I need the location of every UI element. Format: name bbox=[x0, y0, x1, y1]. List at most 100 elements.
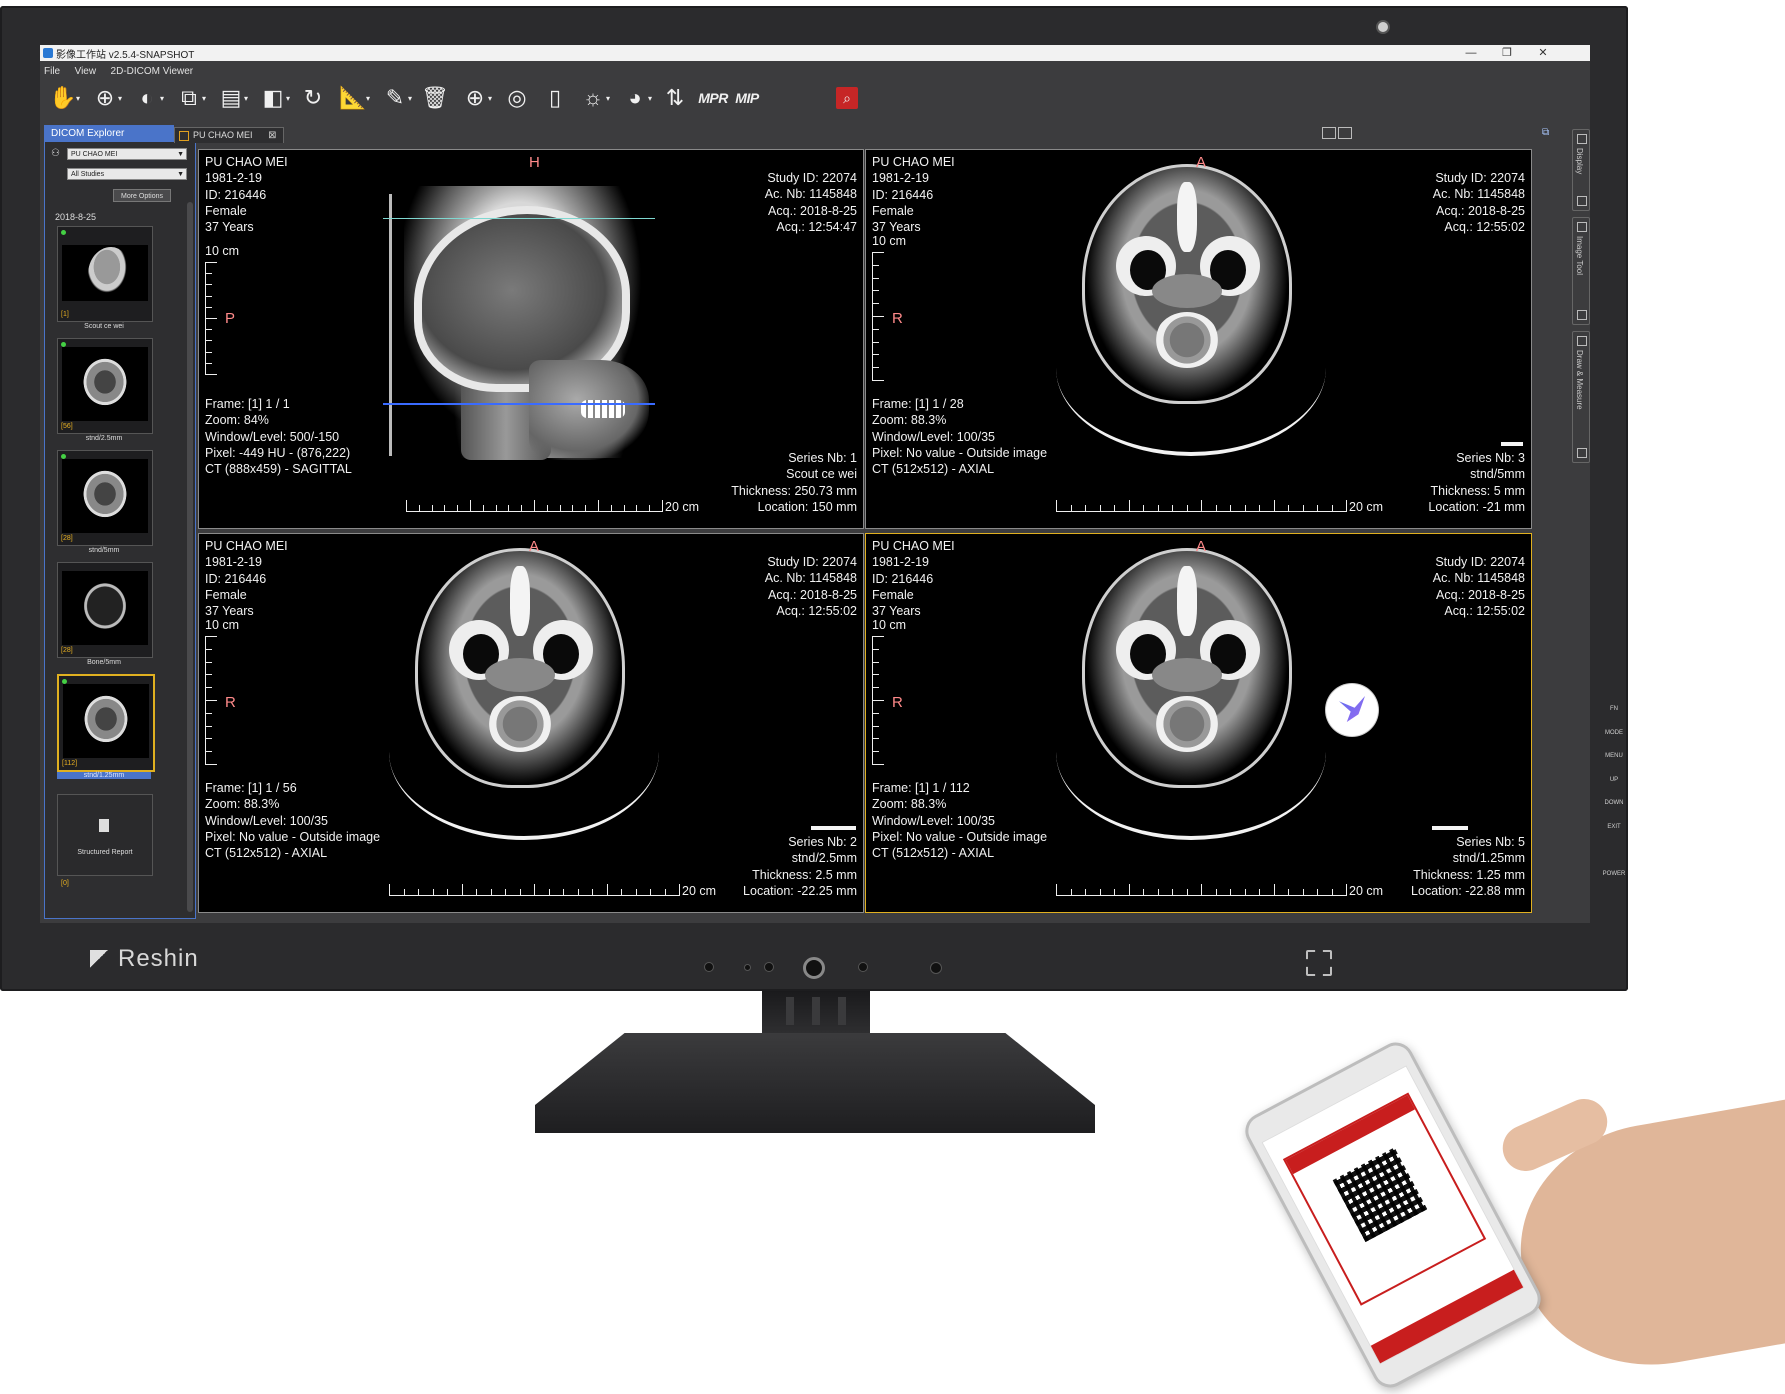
thumbnail-count: [56] bbox=[61, 423, 73, 430]
scale-tick bbox=[1070, 505, 1072, 512]
structured-report-thumbnail[interactable]: Structured Report [0] bbox=[57, 794, 153, 887]
mpr-button[interactable]: MPR bbox=[696, 84, 730, 112]
zoom-icon[interactable]: ⊕ ▾ bbox=[458, 84, 492, 112]
scale-tick bbox=[872, 712, 879, 714]
scale-tick bbox=[1331, 889, 1333, 896]
series-thumbnail[interactable]: [1] bbox=[57, 226, 153, 322]
toolbar: ✋ ▾ ⊕ ▾ ◐ ▾ ⧉ ▾ ▤ ▾ ◧ ▾ ↻ 📐 ▾ ✎ ▾ 🗑 ⊕ ▾ ◎ ▯ ☼ ▾ ◕ ▾… bbox=[40, 76, 1590, 120]
patient-select[interactable]: PU CHAO MEI ▼ bbox=[67, 148, 187, 160]
tab-patient[interactable]: PU CHAO MEI ⊠ bbox=[174, 127, 284, 143]
studies-select[interactable]: All Studies ▼ bbox=[67, 168, 187, 180]
draw-measure-dock-tab[interactable]: Draw & Measure bbox=[1572, 331, 1590, 463]
scale-tick bbox=[872, 277, 879, 279]
stack-icon[interactable]: ⧉ ▾ bbox=[172, 84, 206, 112]
display-dock-tab[interactable]: Display bbox=[1572, 129, 1590, 211]
series-thumbnail[interactable]: [56] bbox=[57, 338, 153, 434]
scale-tick bbox=[205, 764, 217, 765]
overlay-top-left: PU CHAO MEI 1981-2-19 ID: 216446 Female 37 Y… bbox=[872, 155, 955, 235]
viewport-sagittal[interactable]: PU CHAO MEI 1981-2-19 ID: 216446 Female 37 Y… bbox=[198, 149, 864, 529]
rotate-icon[interactable]: ↻ bbox=[296, 84, 330, 112]
image-icon bbox=[1577, 222, 1587, 232]
mip-button[interactable]: MIP bbox=[730, 84, 764, 112]
grid-layout-icon[interactable]: ▤ ▾ bbox=[214, 84, 248, 112]
menu-button[interactable]: MENU bbox=[1600, 751, 1628, 775]
fn-button[interactable]: FN bbox=[1600, 704, 1628, 728]
overlay-top-right: Study ID: 22074 Ac. Nb: 1145848 Acq.: 2018… bbox=[1432, 555, 1525, 618]
scale-tick bbox=[205, 295, 212, 297]
scale-tick bbox=[403, 889, 405, 896]
overlay-bottom-right: Series Nb: 1 Scout ce wei Thickness: 250.7… bbox=[731, 451, 857, 514]
more-options-button[interactable]: More Options bbox=[113, 189, 171, 202]
explorer-header[interactable]: DICOM Explorer ▼ bbox=[45, 126, 195, 142]
exit-button[interactable]: EXIT bbox=[1600, 822, 1628, 846]
sync-icon[interactable]: ⧉ bbox=[1542, 127, 1558, 139]
overlay-bottom-left: Frame: [1] 1 / 56 Zoom: 88.3% Window/Level… bbox=[205, 781, 381, 861]
fit-icon[interactable]: ◎ bbox=[500, 84, 534, 112]
color-map-icon[interactable]: ◕ ▾ bbox=[618, 84, 652, 112]
scale-tick bbox=[476, 889, 477, 896]
mode-button[interactable]: MODE bbox=[1600, 728, 1628, 752]
scale-tick bbox=[546, 505, 548, 512]
explorer-title: DICOM Explorer bbox=[51, 128, 125, 139]
close-icon[interactable]: ⊠ bbox=[268, 128, 276, 143]
pin-icon bbox=[1577, 196, 1587, 206]
viewport-axial-2-5mm[interactable]: PU CHAO MEI 1981-2-19 ID: 216446 Female 37 Y… bbox=[198, 533, 864, 913]
document-icon[interactable]: ▯ bbox=[538, 84, 572, 112]
scale-tick bbox=[1244, 889, 1246, 896]
scale-tick bbox=[1317, 505, 1318, 512]
layout-icon[interactable] bbox=[1338, 127, 1352, 139]
scale-tick bbox=[205, 661, 212, 663]
scale-tick bbox=[1244, 505, 1246, 512]
search-icon[interactable]: ⌕ bbox=[836, 87, 858, 109]
explorer-scrollbar[interactable] bbox=[187, 202, 193, 912]
scale-tick bbox=[205, 362, 212, 364]
sort-icon[interactable]: ⇅ bbox=[658, 84, 692, 112]
image-tool-dock-tab[interactable]: Image Tool bbox=[1572, 217, 1590, 325]
orientation-left: R bbox=[225, 694, 236, 711]
reference-line[interactable] bbox=[383, 218, 655, 219]
scale-tick bbox=[519, 889, 521, 896]
scale-tick bbox=[872, 636, 884, 637]
flip-icon[interactable]: ◧ ▾ bbox=[256, 84, 290, 112]
series-thumbnail[interactable]: [28] bbox=[57, 562, 153, 658]
overlay-top-left: PU CHAO MEI 1981-2-19 ID: 216446 Female 37 Y… bbox=[872, 539, 955, 619]
viewport-axial-1-25mm-active[interactable]: PU CHAO MEI 1981-2-19 ID: 216446 Female 37 Y… bbox=[865, 533, 1532, 913]
down-button[interactable]: DOWN bbox=[1600, 798, 1628, 822]
annotate-icon[interactable]: ✎ ▾ bbox=[378, 84, 412, 112]
scale-tick bbox=[577, 889, 579, 896]
series-thumbnail-selected[interactable]: [112] bbox=[57, 674, 155, 772]
hand-layout-icon[interactable]: ✋ ▾ bbox=[46, 84, 80, 112]
horizontal-scale bbox=[389, 882, 680, 896]
reference-line-active[interactable] bbox=[383, 403, 655, 405]
scale-tick bbox=[872, 303, 879, 305]
scale-tick bbox=[508, 505, 510, 512]
study-date: 2018-8-25 bbox=[55, 212, 97, 222]
scale-tick bbox=[470, 500, 471, 512]
trash-icon[interactable]: 🗑 bbox=[418, 84, 452, 112]
horizontal-scale-label: 20 cm bbox=[1349, 500, 1384, 514]
layout-icon[interactable] bbox=[1322, 127, 1336, 139]
scale-tick bbox=[1331, 505, 1333, 512]
monitor-stand-base bbox=[535, 1033, 1095, 1133]
brightness-icon[interactable]: ☼ ▾ bbox=[576, 84, 610, 112]
up-button[interactable]: UP bbox=[1600, 775, 1628, 799]
scale-tick bbox=[505, 889, 506, 896]
ct-thumbnail-image bbox=[81, 694, 131, 746]
dicom-explorer-panel: DICOM Explorer ▼ ⚇ PU CHAO MEI ▼ All Stu… bbox=[44, 125, 196, 919]
app-window: 影像工作站 v2.5.4-SNAPSHOT — ❐ ✕ File View 2D… bbox=[40, 45, 1590, 923]
qr-code-icon bbox=[1332, 1147, 1428, 1243]
crosshair-icon[interactable]: ⊕ ▾ bbox=[88, 84, 122, 112]
minimize-button[interactable]: — bbox=[1454, 45, 1488, 61]
window-level-bar bbox=[1501, 442, 1523, 446]
close-button[interactable]: ✕ bbox=[1526, 45, 1560, 61]
power-button[interactable]: POWER bbox=[1600, 869, 1628, 893]
floating-assistant-bird-icon[interactable] bbox=[1326, 684, 1378, 736]
scale-tick bbox=[447, 889, 448, 896]
window-level-bar bbox=[811, 826, 856, 830]
window-level-icon[interactable]: ◐ ▾ bbox=[130, 84, 164, 112]
restore-button[interactable]: ❐ bbox=[1490, 45, 1524, 61]
series-thumbnail[interactable]: [28] bbox=[57, 450, 153, 546]
scale-tick bbox=[205, 674, 212, 676]
ruler-icon[interactable]: 📐 ▾ bbox=[336, 84, 370, 112]
viewport-axial-5mm[interactable]: PU CHAO MEI 1981-2-19 ID: 216446 Female 37 Y… bbox=[865, 149, 1532, 529]
